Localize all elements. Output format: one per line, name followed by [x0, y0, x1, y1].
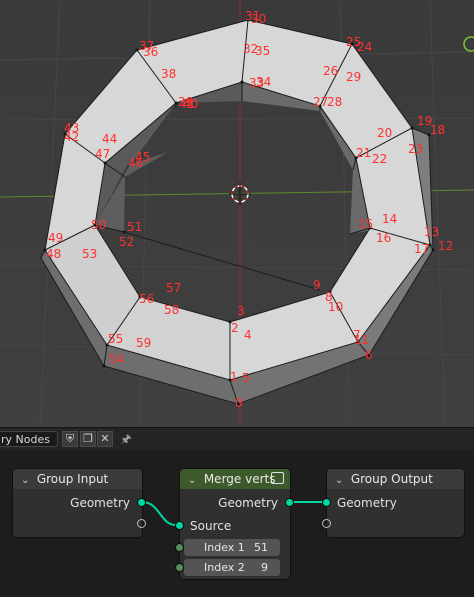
- vertex-index-label: 38: [161, 67, 176, 81]
- vertex-index-label: 29: [346, 70, 361, 84]
- group-output-title: Group Output: [350, 472, 433, 486]
- vertex-index-label: 52: [119, 235, 134, 249]
- vertex-index-label: 15: [358, 217, 373, 231]
- vertex-index-label: 23: [408, 142, 423, 156]
- index1-socket[interactable]: [175, 543, 184, 552]
- group-input-header[interactable]: ⌄ Group Input: [13, 469, 142, 489]
- merge-verts-source-label: Source: [190, 519, 232, 533]
- viewport-canvas: 31303235252437363839333426 29272840414342…: [0, 0, 474, 427]
- index2-field[interactable]: Index 2 9: [184, 559, 280, 576]
- merge-verts-geometry-out-socket[interactable]: [285, 498, 294, 507]
- vertex-index-label: 6: [365, 348, 373, 362]
- index1-value: 51: [254, 541, 268, 554]
- vertex-index-label: 2: [231, 321, 239, 335]
- vertex-index-label: 17: [414, 242, 429, 256]
- vertex-index-label: 30: [251, 12, 266, 26]
- vertex-index-label: 22: [372, 152, 387, 166]
- group-input-geometry-socket[interactable]: [137, 498, 146, 507]
- vertex-index-label: 41: [179, 97, 194, 111]
- merge-verts-title: Merge verts: [203, 472, 276, 486]
- vertex-index-label: 48: [46, 247, 61, 261]
- index1-field[interactable]: Index 1 51: [184, 539, 280, 556]
- group-output-node[interactable]: ⌄ Group Output Geometry: [322, 469, 464, 537]
- vertex-index-label: 35: [255, 44, 270, 58]
- vertex-index-label: 18: [430, 123, 445, 137]
- vertex-index-label: 54: [109, 352, 124, 366]
- index1-label: Index 1: [204, 541, 245, 554]
- vertex-index-label: 12: [438, 239, 453, 253]
- vertex-index-label: 5: [242, 371, 250, 385]
- group-input-title: Group Input: [36, 472, 109, 486]
- vertex-index-label: 51: [127, 220, 142, 234]
- vertex-index-label: 50: [91, 218, 106, 232]
- vertex-index-label: 34: [256, 75, 271, 89]
- group-output-geometry-socket[interactable]: [322, 498, 331, 507]
- node-editor[interactable]: ry Nodes ⛨ ❐ ✕ 🖈 ⌄ Group Input Geometry …: [0, 427, 474, 597]
- merge-verts-source-socket[interactable]: [175, 521, 184, 530]
- vertex-index-label: 49: [48, 231, 63, 245]
- vertex-index-label: 13: [424, 225, 439, 239]
- vertex-index-label: 9: [313, 278, 321, 292]
- vertex-index-label: 36: [143, 45, 158, 59]
- group-output-header[interactable]: ⌄ Group Output: [327, 469, 464, 489]
- vertex-index-label: 57: [166, 281, 181, 295]
- vertex-index-label: 16: [376, 231, 391, 245]
- group-output-geometry-label: Geometry: [337, 496, 397, 510]
- group-output-empty-socket[interactable]: [322, 519, 331, 528]
- vertex-index-label: 44: [102, 132, 117, 146]
- vertex-index-label: 14: [382, 212, 397, 226]
- merge-verts-header[interactable]: ⌄ Merge verts: [180, 469, 290, 489]
- merge-verts-node[interactable]: ⌄ Merge verts Geometry Source Index 1 51…: [175, 469, 294, 579]
- vertex-index-label: 10: [328, 300, 343, 314]
- group-input-geometry-label: Geometry: [70, 496, 130, 510]
- vertex-index-label: 24: [357, 40, 372, 54]
- vertex-index-label: 3: [237, 304, 245, 318]
- vertex-index-label: 1: [230, 370, 238, 384]
- vertex-index-label: 46: [128, 156, 143, 170]
- vertex-index-label: 4: [244, 328, 252, 342]
- node-group-icon[interactable]: [271, 472, 284, 484]
- chevron-down-icon[interactable]: ⌄: [335, 471, 347, 491]
- vertex-index-label: 55: [108, 332, 123, 346]
- vertex-index-label: 11: [354, 333, 369, 347]
- chevron-down-icon[interactable]: ⌄: [188, 471, 200, 491]
- vertex-index-label: 56: [139, 292, 154, 306]
- chevron-down-icon[interactable]: ⌄: [21, 471, 33, 491]
- vertex-index-label: 27: [313, 95, 328, 109]
- vertex-index-label: 21: [356, 146, 371, 160]
- vertex-index-label: 42: [64, 130, 79, 144]
- vertex-index-label: 0: [235, 396, 243, 410]
- vertex-index-label: 59: [136, 336, 151, 350]
- vertex-index-label: 53: [82, 247, 97, 261]
- vertex-index-label: 20: [377, 126, 392, 140]
- vertex-index-label: 58: [164, 303, 179, 317]
- vertex-index-label: 47: [95, 147, 110, 161]
- index2-value: 9: [261, 561, 268, 574]
- merge-verts-geometry-label: Geometry: [218, 496, 278, 510]
- vertex-index-label: 28: [327, 95, 342, 109]
- vertex-index-label: 26: [323, 64, 338, 78]
- group-input-empty-socket[interactable]: [137, 519, 146, 528]
- group-input-node[interactable]: ⌄ Group Input Geometry: [13, 469, 146, 537]
- 3d-viewport[interactable]: 31 30 32 35 25 24 37 36 38 39 33 34 26 29 27 28 40 41 43 42…: [0, 0, 474, 427]
- index2-label: Index 2: [204, 561, 245, 574]
- index2-socket[interactable]: [175, 563, 184, 572]
